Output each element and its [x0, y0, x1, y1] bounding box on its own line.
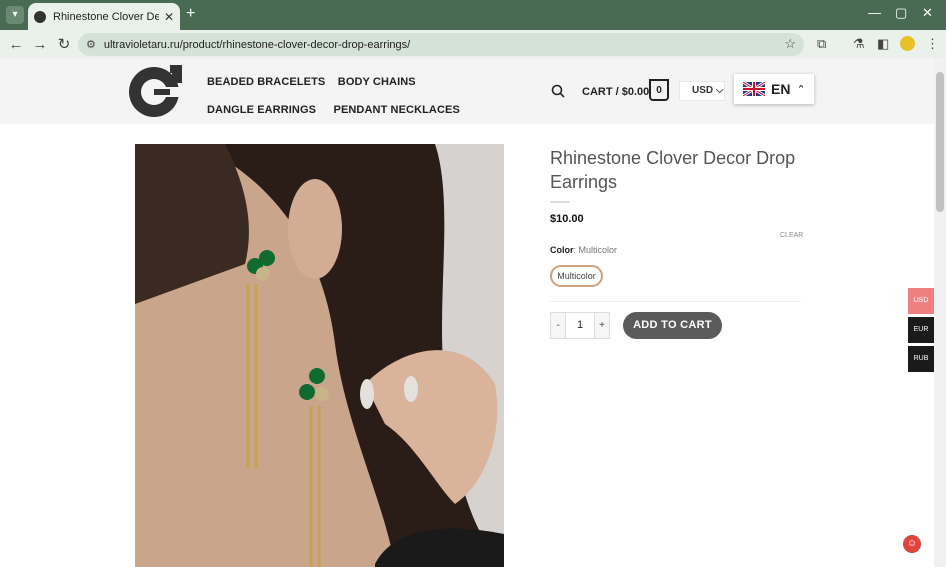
minimize-icon[interactable]: —	[868, 5, 881, 20]
cart-count-icon[interactable]: 0	[649, 79, 669, 101]
color-label-name: Color	[550, 245, 574, 255]
search-icon[interactable]	[551, 84, 565, 98]
nav-pendant-necklaces[interactable]: PENDANT NECKLACES	[334, 104, 460, 116]
color-label-value: Multicolor	[578, 245, 618, 255]
browser-titlebar: ▾ Rhinestone Clover Decor Drop ✕ + — ▢ ✕	[0, 0, 946, 30]
currency-switch-eur[interactable]: EUR	[908, 317, 934, 343]
page-viewport: BEADED BRACELETS BODY CHAINS DANGLE EARR…	[0, 58, 934, 567]
browser-toolbar: ← → ↻ ⚙ ultravioletaru.ru/product/rhines…	[0, 30, 946, 58]
main-nav: BEADED BRACELETS BODY CHAINS DANGLE EARR…	[206, 72, 506, 128]
nav-dangle-earrings[interactable]: DANGLE EARRINGS	[207, 104, 316, 116]
site-header: BEADED BRACELETS BODY CHAINS DANGLE EARR…	[0, 58, 934, 124]
nav-body-chains[interactable]: BODY CHAINS	[338, 76, 416, 88]
currency-switch-usd[interactable]: USD	[908, 288, 934, 314]
browser-tab[interactable]: Rhinestone Clover Decor Drop ✕	[28, 3, 180, 30]
maximize-icon[interactable]: ▢	[895, 5, 907, 21]
uk-flag-icon	[743, 82, 765, 96]
reload-icon[interactable]: ↻	[52, 35, 76, 53]
star-icon[interactable]: ☆	[784, 36, 796, 52]
menu-icon[interactable]: ⋮	[926, 36, 939, 52]
site-logo[interactable]	[126, 63, 184, 119]
qty-minus-button[interactable]: -	[551, 313, 565, 338]
currency-select[interactable]: USD ⌵	[679, 81, 725, 101]
qty-plus-button[interactable]: +	[595, 313, 609, 338]
sidebar-icon[interactable]: ◧	[877, 36, 889, 52]
cart-link[interactable]: CART / $0.00	[582, 86, 649, 98]
currency-value: USD	[692, 85, 714, 96]
nav-beaded-bracelets[interactable]: BEADED BRACELETS	[207, 76, 325, 88]
color-label: Color: Multicolor	[550, 245, 618, 255]
page-scrollbar[interactable]	[934, 58, 946, 567]
currency-switch-rub[interactable]: RUB	[908, 346, 934, 372]
new-tab-icon[interactable]: +	[186, 5, 195, 23]
tab-search-icon[interactable]: ▾	[6, 6, 24, 24]
tab-title: Rhinestone Clover Decor Drop	[53, 10, 159, 23]
chevron-down-icon: ⌵	[715, 85, 724, 96]
url-text[interactable]: ultravioletaru.ru/product/rhinestone-clo…	[104, 39, 410, 51]
back-icon[interactable]: ←	[4, 36, 28, 53]
chevron-up-icon: ⌃	[796, 83, 806, 96]
clear-link[interactable]: CLEAR	[780, 232, 803, 239]
language-code: EN	[771, 81, 791, 97]
language-switcher[interactable]: EN ⌃	[734, 74, 814, 104]
quantity-stepper: - 1 +	[550, 312, 610, 339]
labs-icon[interactable]: ⚗	[853, 36, 865, 52]
site-info-icon[interactable]: ⚙	[86, 38, 96, 51]
address-bar[interactable]: ⚙ ultravioletaru.ru/product/rhinestone-c…	[78, 33, 804, 56]
product-image[interactable]	[135, 144, 504, 567]
add-to-cart-button[interactable]: ADD TO CART	[623, 312, 722, 339]
section-divider	[550, 301, 801, 302]
profile-icon[interactable]	[900, 36, 915, 51]
forward-icon[interactable]: →	[28, 36, 52, 53]
extensions-icon[interactable]: ⧉	[817, 36, 826, 52]
title-divider	[550, 201, 570, 203]
favicon-icon	[34, 10, 46, 23]
product-price: $10.00	[550, 213, 584, 225]
chat-help-icon[interactable]: ☺	[903, 535, 921, 553]
product-title: Rhinestone Clover Decor Drop Earrings	[550, 148, 796, 192]
qty-input[interactable]: 1	[565, 313, 595, 338]
scrollbar-thumb[interactable]	[936, 72, 944, 212]
tab-close-icon[interactable]: ✕	[164, 10, 174, 24]
close-icon[interactable]: ✕	[922, 5, 933, 21]
color-option-multicolor[interactable]: Multicolor	[550, 265, 603, 287]
